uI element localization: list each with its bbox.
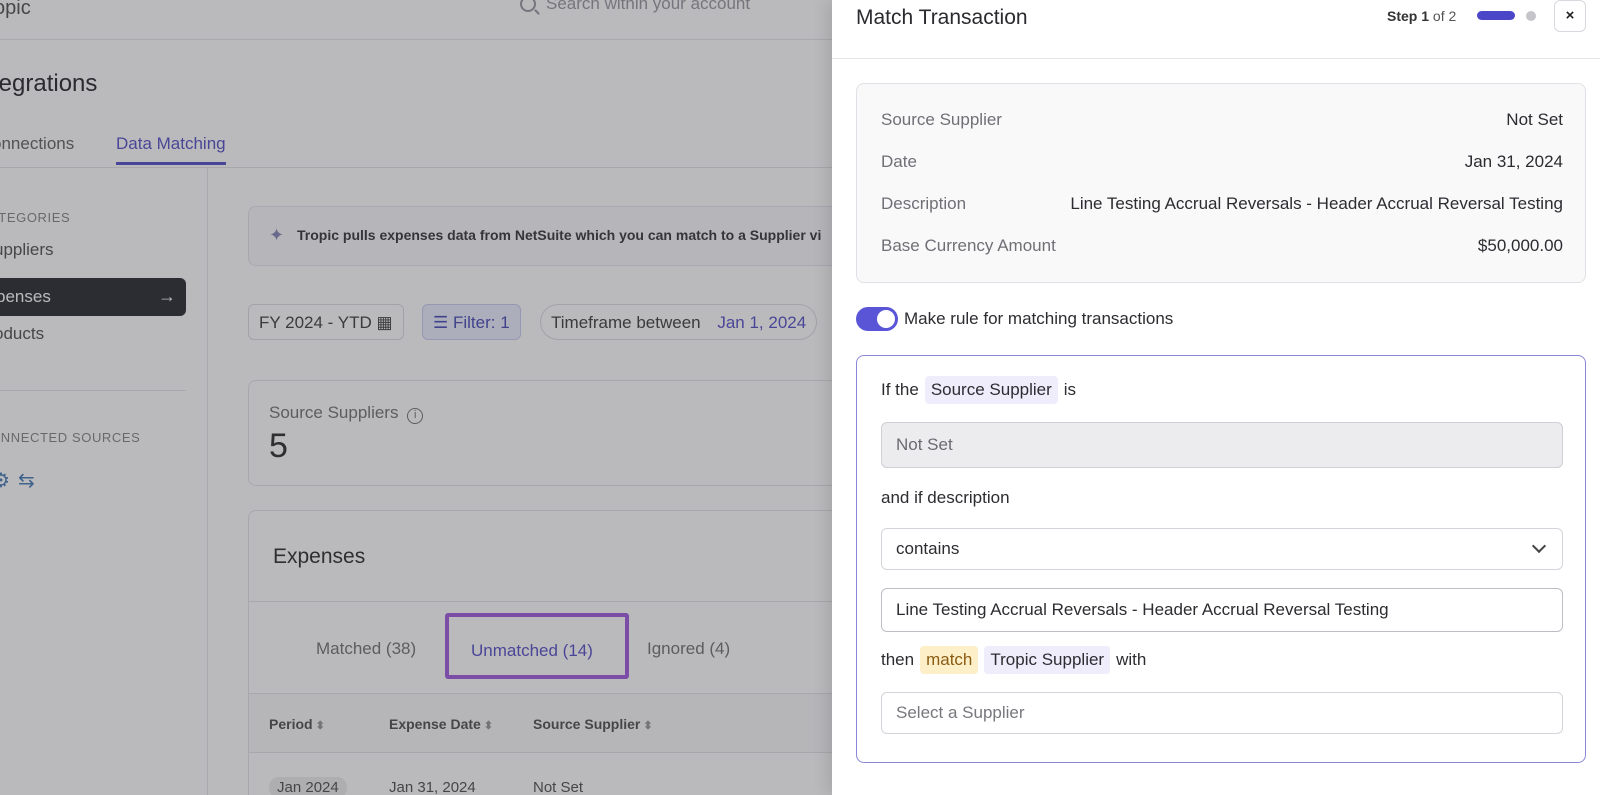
detail-label: Base Currency Amount: [881, 236, 1056, 255]
rule-card: If the Source Supplier is Not Set and if…: [856, 355, 1586, 763]
rule-text-with: with: [1116, 650, 1147, 669]
source-supplier-value: Not Set: [896, 435, 953, 454]
transaction-details-card: Source Supplier Not Set Date Jan 31, 202…: [856, 83, 1586, 283]
description-text-input[interactable]: [896, 600, 1548, 620]
rule-if-line: If the Source Supplier is: [881, 376, 1076, 404]
rule-text-if: If the: [881, 380, 919, 399]
source-supplier-field: Not Set: [881, 422, 1563, 468]
detail-value: $50,000.00: [1477, 236, 1563, 255]
supplier-select[interactable]: [881, 692, 1563, 734]
detail-value: Line Testing Accrual Reversals - Header …: [1070, 194, 1563, 213]
toggle-knob: [877, 310, 895, 328]
step-indicator: Step 1 of 2: [1387, 8, 1456, 24]
step-progress-inactive: [1526, 11, 1536, 21]
detail-value: Jan 31, 2024: [1464, 152, 1563, 171]
make-rule-toggle[interactable]: [856, 307, 898, 331]
step-word: Step: [1387, 8, 1418, 24]
close-button[interactable]: ×: [1554, 0, 1586, 32]
detail-row-date: Date Jan 31, 2024: [881, 152, 1563, 174]
detail-label: Date: [881, 152, 917, 171]
source-supplier-tag: Source Supplier: [924, 376, 1058, 404]
detail-label: Source Supplier: [881, 110, 1002, 129]
detail-row-amount: Base Currency Amount $50,000.00: [881, 236, 1563, 258]
step-progress-active: [1477, 11, 1515, 20]
supplier-search-input[interactable]: [896, 703, 1548, 723]
match-tag: match: [920, 646, 979, 674]
make-rule-label[interactable]: Make rule for matching transactions: [904, 309, 1173, 329]
detail-value: Not Set: [1506, 110, 1563, 129]
match-transaction-drawer: Match Transaction Step 1 of 2 × Source S…: [832, 0, 1600, 795]
tropic-supplier-tag: Tropic Supplier: [984, 646, 1111, 674]
drawer-title: Match Transaction: [856, 6, 1028, 29]
detail-row-source-supplier: Source Supplier Not Set: [881, 110, 1563, 132]
rule-text-description: and if description: [881, 488, 1010, 507]
rule-text-is: is: [1063, 380, 1077, 399]
rule-text-then: then: [881, 650, 915, 669]
step-total: of 2: [1432, 8, 1457, 24]
operator-value: contains: [896, 539, 960, 558]
description-operator-select[interactable]: contains: [881, 528, 1563, 570]
rule-description-line: and if description: [881, 488, 1010, 508]
step-current: 1: [1421, 8, 1430, 24]
detail-row-description: Description Line Testing Accrual Reversa…: [881, 194, 1563, 216]
chevron-down-icon: [1531, 538, 1547, 554]
rule-then-line: then match Tropic Supplier with: [881, 646, 1146, 674]
description-input[interactable]: [881, 588, 1563, 632]
detail-label: Description: [881, 194, 967, 213]
drawer-header: Match Transaction Step 1 of 2 ×: [832, 0, 1600, 59]
